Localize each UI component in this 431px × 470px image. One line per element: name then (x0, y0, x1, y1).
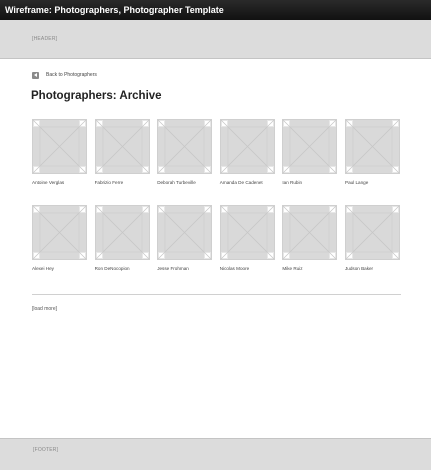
photographer-name: Alexei Hey (32, 266, 54, 271)
back-to-photographers-link[interactable]: Back to Photographers (32, 71, 97, 79)
footer-label: [FOOTER] (33, 447, 59, 453)
photographer-name: Mike Ruiz (282, 266, 303, 271)
image-placeholder (94, 119, 150, 174)
arrow-left-icon (32, 71, 39, 79)
image-placeholder (219, 205, 275, 260)
photographer-card[interactable]: Jesse Frohman (157, 205, 213, 275)
photographer-card[interactable]: Ron DeNocopion (94, 205, 150, 275)
header-label: [HEADER] (32, 36, 58, 42)
photographer-name: Ian Rubin (282, 180, 303, 185)
image-placeholder (157, 119, 213, 174)
photographer-card[interactable]: Fabrizio Ferre (94, 119, 150, 189)
image-placeholder (157, 205, 213, 260)
photographer-card[interactable]: Alexei Hey (32, 205, 87, 275)
image-placeholder (345, 205, 400, 260)
photographer-card[interactable]: Ian Rubin (282, 119, 338, 189)
photographer-card[interactable]: Paul Lange (345, 119, 400, 189)
image-placeholder (282, 205, 338, 260)
photographer-name: Nicolas Moore (219, 266, 250, 271)
image-placeholder (345, 119, 400, 174)
photographer-name: Judson Baker (345, 266, 374, 271)
photographer-name: Paul Lange (345, 180, 369, 185)
photographer-name: Amanda De Cadenet (219, 180, 263, 185)
footer-band: [FOOTER] (0, 438, 431, 470)
image-placeholder (94, 205, 150, 260)
grid-row: Antoine Verglas Fabrizio Ferre Deborah T… (32, 119, 400, 189)
image-placeholder (219, 119, 275, 174)
photographer-name: Deborah Turbeville (157, 180, 196, 185)
grid-row: Alexei Hey Ron DeNocopion Jesse Frohman … (32, 205, 400, 275)
header-band: [HEADER] (0, 20, 431, 59)
image-placeholder (32, 205, 87, 260)
divider (32, 294, 401, 295)
photographer-name: Fabrizio Ferre (94, 180, 124, 185)
page-title: Photographers: Archive (31, 90, 162, 102)
photographer-card[interactable]: Deborah Turbeville (157, 119, 213, 189)
image-placeholder (32, 119, 87, 174)
photographer-name: Antoine Verglas (32, 180, 65, 185)
photographer-card[interactable]: Judson Baker (345, 205, 400, 275)
window-title: Wireframe: Photographers, Photographer T… (0, 0, 431, 20)
photographer-card[interactable]: Amanda De Cadenet (219, 119, 275, 189)
photographer-name: Ron DeNocopion (94, 266, 130, 271)
photographer-card[interactable]: Antoine Verglas (32, 119, 87, 189)
photographer-name: Jesse Frohman (157, 266, 189, 271)
image-placeholder (282, 119, 338, 174)
back-link-label: Back to Photographers (46, 72, 97, 78)
photographer-card[interactable]: Mike Ruiz (282, 205, 338, 275)
photographer-card[interactable]: Nicolas Moore (219, 205, 275, 275)
load-more-link[interactable]: [load more] (32, 306, 57, 312)
